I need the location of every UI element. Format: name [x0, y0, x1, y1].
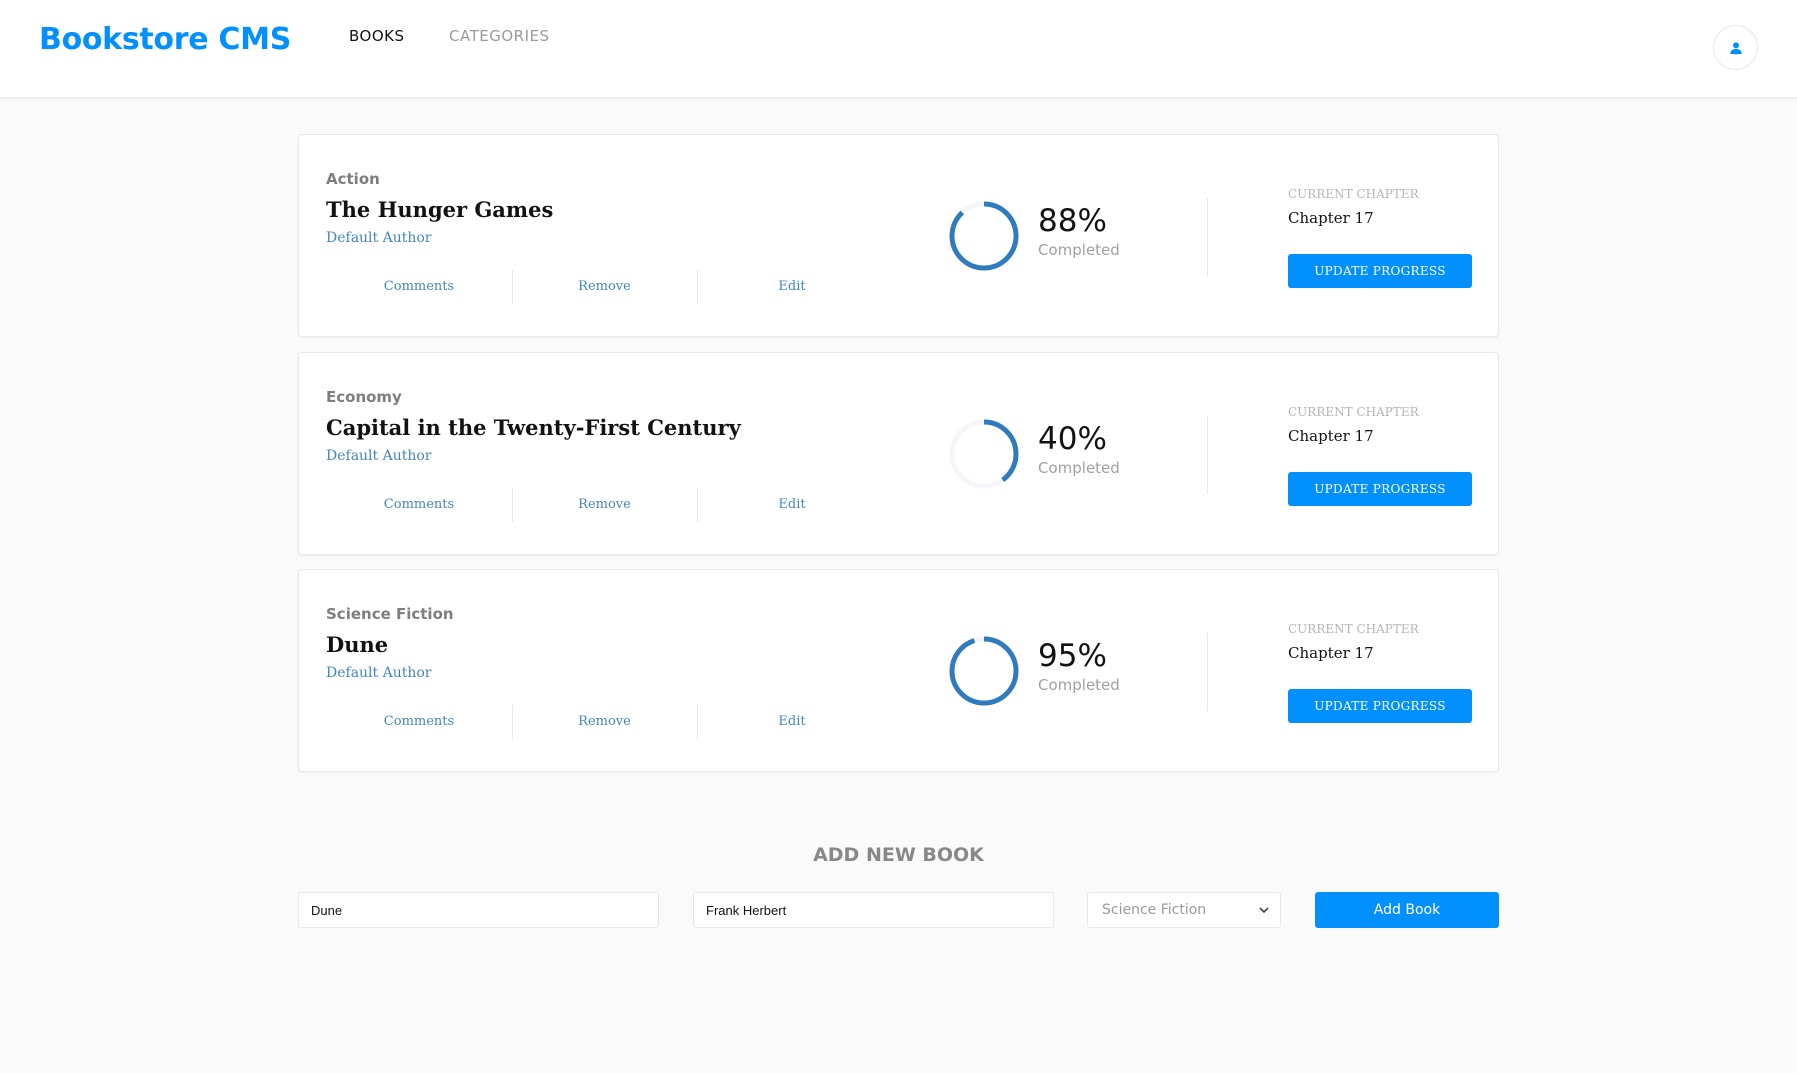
book-actions: Comments Remove Edit: [326, 705, 836, 739]
progress-ring: [949, 636, 1019, 706]
chevron-down-icon: [1259, 907, 1269, 914]
user-icon: [1729, 41, 1742, 54]
completed-label: Completed: [1038, 241, 1120, 259]
book-title: The Hunger Games: [326, 197, 554, 222]
update-progress-button[interactable]: UPDATE PROGRESS: [1288, 254, 1472, 288]
book-author[interactable]: Default Author: [326, 665, 432, 681]
book-actions: Comments Remove Edit: [326, 488, 836, 522]
remove-button[interactable]: Remove: [512, 488, 697, 522]
book-title: Capital in the Twenty-First Century: [326, 415, 741, 440]
logo[interactable]: Bookstore CMS: [39, 22, 291, 57]
current-chapter-value: Chapter 17: [1288, 644, 1374, 662]
card-divider: [1207, 416, 1208, 494]
add-book-button[interactable]: Add Book: [1315, 892, 1499, 928]
book-card: Economy Capital in the Twenty-First Cent…: [298, 352, 1499, 555]
add-book-title: ADD NEW BOOK: [813, 844, 984, 866]
book-card: Science Fiction Dune Default Author Comm…: [298, 569, 1499, 772]
book-author-input[interactable]: [693, 892, 1054, 928]
edit-button[interactable]: Edit: [697, 488, 887, 522]
comments-button[interactable]: Comments: [326, 488, 512, 522]
edit-button[interactable]: Edit: [697, 270, 887, 304]
remove-button[interactable]: Remove: [512, 270, 697, 304]
progress-ring: [949, 201, 1019, 271]
update-progress-button[interactable]: UPDATE PROGRESS: [1288, 689, 1472, 723]
update-progress-button[interactable]: UPDATE PROGRESS: [1288, 472, 1472, 506]
header: Bookstore CMS BOOKS CATEGORIES: [0, 0, 1797, 98]
category-selected-value: Science Fiction: [1102, 902, 1207, 918]
book-title: Dune: [326, 632, 389, 657]
user-button[interactable]: [1713, 25, 1758, 70]
comments-button[interactable]: Comments: [326, 270, 512, 304]
category-select[interactable]: Science Fiction: [1087, 892, 1281, 928]
book-author[interactable]: Default Author: [326, 230, 432, 246]
current-chapter-value: Chapter 17: [1288, 427, 1374, 445]
completed-label: Completed: [1038, 459, 1120, 477]
progress-percent: 95%: [1038, 638, 1107, 674]
card-divider: [1207, 198, 1208, 276]
remove-button[interactable]: Remove: [512, 705, 697, 739]
current-chapter-label: CURRENT CHAPTER: [1288, 187, 1419, 201]
book-card: Action The Hunger Games Default Author C…: [298, 134, 1499, 337]
current-chapter-label: CURRENT CHAPTER: [1288, 405, 1419, 419]
progress-ring: [949, 419, 1019, 489]
progress-percent: 40%: [1038, 421, 1107, 457]
progress-percent: 88%: [1038, 203, 1107, 239]
book-title-input[interactable]: [298, 892, 659, 928]
book-genre: Science Fiction: [326, 605, 454, 623]
book-genre: Action: [326, 170, 380, 188]
card-divider: [1207, 633, 1208, 711]
book-actions: Comments Remove Edit: [326, 270, 836, 304]
nav-categories[interactable]: CATEGORIES: [449, 27, 550, 45]
edit-button[interactable]: Edit: [697, 705, 887, 739]
completed-label: Completed: [1038, 676, 1120, 694]
current-chapter-label: CURRENT CHAPTER: [1288, 622, 1419, 636]
comments-button[interactable]: Comments: [326, 705, 512, 739]
book-author[interactable]: Default Author: [326, 448, 432, 464]
book-genre: Economy: [326, 388, 402, 406]
current-chapter-value: Chapter 17: [1288, 209, 1374, 227]
nav-books[interactable]: BOOKS: [349, 27, 405, 45]
